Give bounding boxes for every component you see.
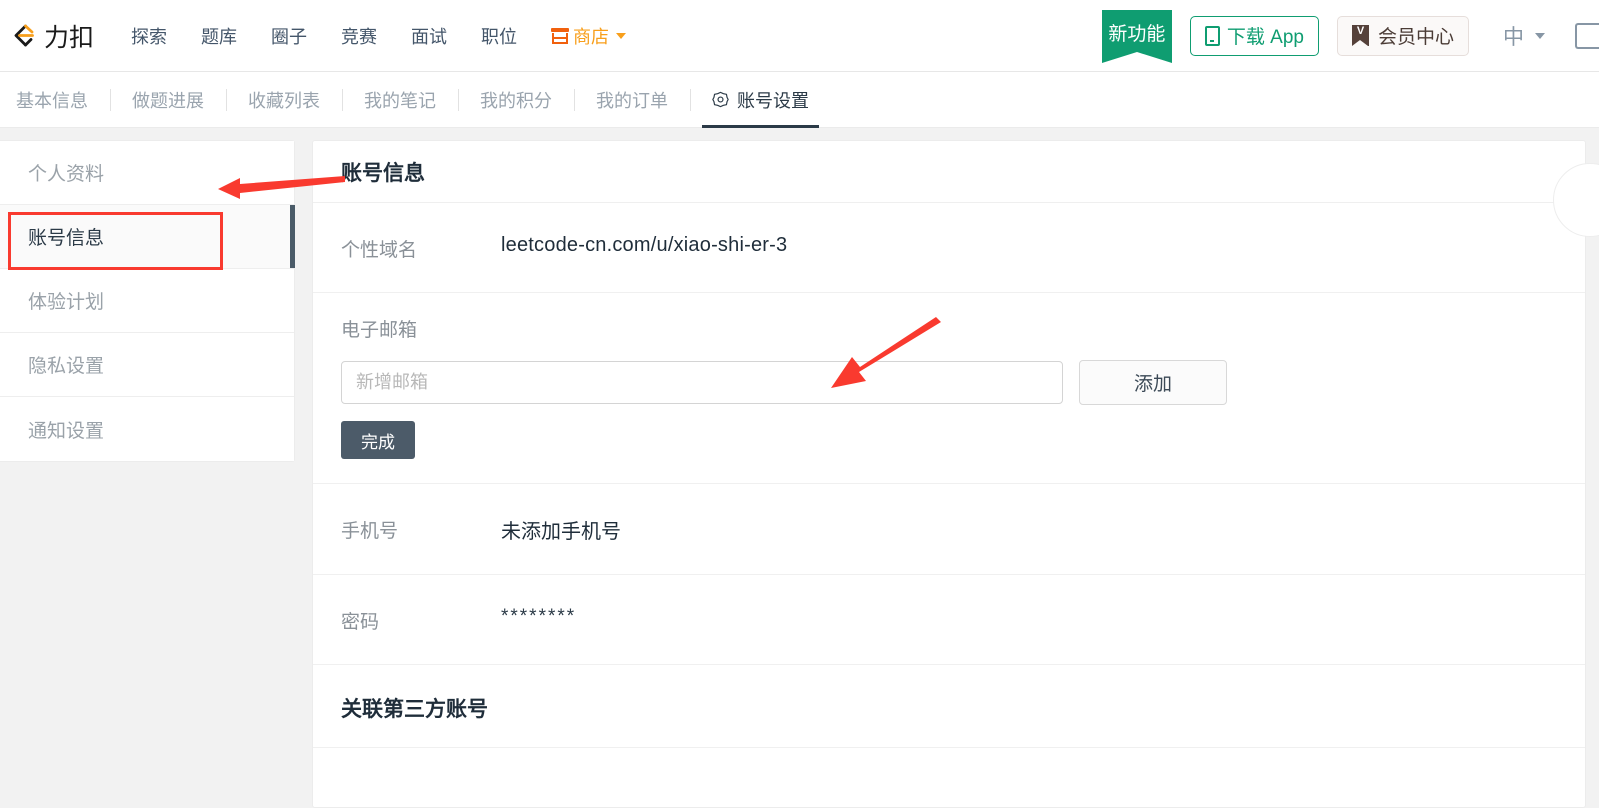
primary-nav: 探索 题库 圈子 竞赛 面试 职位 商店 xyxy=(114,23,643,49)
nav-item-circle[interactable]: 圈子 xyxy=(254,23,324,49)
nav-item-explore[interactable]: 探索 xyxy=(114,23,184,49)
chevron-down-icon xyxy=(616,32,627,39)
done-button[interactable]: 完成 xyxy=(341,421,415,459)
store-icon xyxy=(551,27,570,44)
site-logo[interactable]: 力扣 xyxy=(8,18,98,54)
tab-points-label: 我的积分 xyxy=(480,90,552,111)
sidebar-item-profile-label: 个人资料 xyxy=(28,164,105,185)
vip-center-button[interactable]: V 会员中心 xyxy=(1336,15,1469,56)
new-feature-badge: 新功能 xyxy=(1101,9,1172,63)
sidebar-item-profile[interactable]: 个人资料 xyxy=(0,141,294,205)
sidebar-item-experience-plan[interactable]: 体验计划 xyxy=(0,269,294,333)
download-app-button[interactable]: 下载 App xyxy=(1189,15,1319,56)
content-area: 个人资料 账号信息 体验计划 隐私设置 通知设置 账号信息 个性域名 leetc… xyxy=(0,128,1599,808)
nav-item-store-label: 商店 xyxy=(573,26,610,47)
gear-icon xyxy=(712,91,729,108)
ribbon-badge-icon: V xyxy=(1351,25,1369,46)
row-email-label: 电子邮箱 xyxy=(341,320,418,341)
nav-item-interview[interactable]: 面试 xyxy=(394,23,464,49)
tab-account-settings[interactable]: 账号设置 xyxy=(690,72,831,128)
user-menu-edge-icon[interactable] xyxy=(1575,22,1599,49)
tab-orders-label: 我的订单 xyxy=(596,90,668,111)
nav-item-problems[interactable]: 题库 xyxy=(184,23,254,49)
tab-basic-info[interactable]: 基本信息 xyxy=(0,72,110,128)
tab-favorites-label: 收藏列表 xyxy=(248,90,320,111)
header-actions: 新功能 下载 App V 会员中心 中 xyxy=(1101,0,1599,72)
top-navigation-bar: 力扣 探索 题库 圈子 竞赛 面试 职位 商店 新功能 下载 App V 会员中… xyxy=(0,0,1599,72)
language-label: 中 xyxy=(1503,25,1524,49)
row-password-label: 密码 xyxy=(341,612,380,633)
chevron-down-icon xyxy=(1535,32,1545,39)
row-password-value: ******** xyxy=(501,606,577,627)
page-root: 力扣 探索 题库 圈子 竞赛 面试 职位 商店 新功能 下载 App V 会员中… xyxy=(0,0,1599,808)
add-email-button[interactable]: 添加 xyxy=(1079,360,1227,405)
row-email: 电子邮箱 添加 完成 xyxy=(313,293,1585,484)
logo-text: 力扣 xyxy=(44,22,95,52)
sidebar-item-notifications[interactable]: 通知设置 xyxy=(0,397,294,461)
tab-orders[interactable]: 我的订单 xyxy=(574,72,690,128)
nav-item-contest[interactable]: 竞赛 xyxy=(324,23,394,49)
tab-notes[interactable]: 我的笔记 xyxy=(342,72,458,128)
new-feature-badge-label: 新功能 xyxy=(1108,23,1166,45)
tab-progress[interactable]: 做题进展 xyxy=(110,72,226,128)
tab-favorites[interactable]: 收藏列表 xyxy=(226,72,342,128)
language-switcher[interactable]: 中 xyxy=(1503,21,1545,51)
download-app-label: 下载 App xyxy=(1226,27,1304,48)
tab-points[interactable]: 我的积分 xyxy=(458,72,574,128)
page-title: 账号信息 xyxy=(341,161,425,185)
sidebar-item-privacy[interactable]: 隐私设置 xyxy=(0,333,294,397)
account-info-panel: 账号信息 个性域名 leetcode-cn.com/u/xiao-shi-er-… xyxy=(312,140,1599,808)
tab-progress-label: 做题进展 xyxy=(132,90,204,111)
email-form: 添加 xyxy=(341,360,1557,405)
sidebar-item-privacy-label: 隐私设置 xyxy=(28,356,105,377)
tab-basic-info-label: 基本信息 xyxy=(16,90,88,111)
row-custom-domain: 个性域名 leetcode-cn.com/u/xiao-shi-er-3 xyxy=(313,203,1585,293)
nav-item-store[interactable]: 商店 xyxy=(534,23,643,49)
row-custom-domain-label: 个性域名 xyxy=(341,240,418,261)
sidebar-item-account-info[interactable]: 账号信息 xyxy=(0,205,295,269)
leetcode-logo-icon xyxy=(8,21,38,51)
row-password: 密码 ******** xyxy=(313,575,1585,665)
tab-notes-label: 我的笔记 xyxy=(364,90,436,111)
sidebar-item-notifications-label: 通知设置 xyxy=(28,420,105,442)
panel-header: 账号信息 xyxy=(313,141,1585,203)
email-input[interactable] xyxy=(341,361,1063,404)
third-party-section-title: 关联第三方账号 xyxy=(313,665,1585,748)
row-phone-label: 手机号 xyxy=(341,521,399,542)
vip-center-label: 会员中心 xyxy=(1377,27,1454,48)
settings-sidebar: 个人资料 账号信息 体验计划 隐私设置 通知设置 xyxy=(0,140,295,462)
phone-icon xyxy=(1204,25,1220,46)
tab-account-settings-label: 账号设置 xyxy=(737,90,809,111)
nav-item-jobs[interactable]: 职位 xyxy=(464,23,534,49)
sidebar-item-experience-plan-label: 体验计划 xyxy=(28,292,105,313)
row-phone: 手机号 未添加手机号 xyxy=(313,484,1585,575)
row-custom-domain-value: leetcode-cn.com/u/xiao-shi-er-3 xyxy=(501,234,788,256)
sidebar-item-account-info-label: 账号信息 xyxy=(28,228,105,249)
profile-tabs-bar: 基本信息 做题进展 收藏列表 我的笔记 我的积分 我的订单 账号设置 xyxy=(0,72,1599,128)
row-phone-value: 未添加手机号 xyxy=(501,521,621,543)
profile-tabs: 基本信息 做题进展 收藏列表 我的笔记 我的积分 我的订单 账号设置 xyxy=(0,72,831,128)
